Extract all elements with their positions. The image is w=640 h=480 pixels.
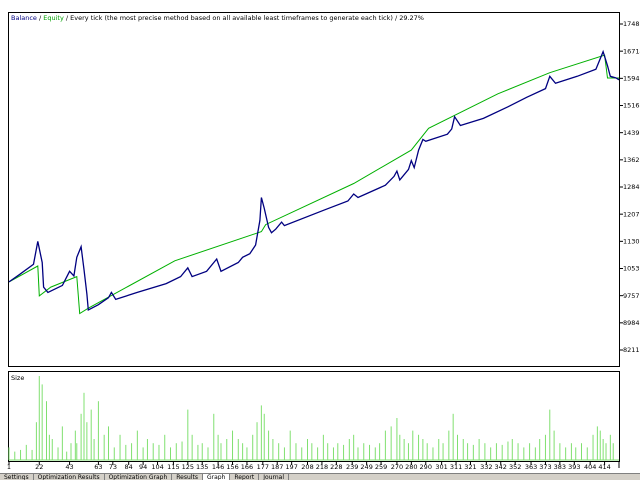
size-panel-label: Size bbox=[11, 374, 24, 382]
legend-description: / Every tick (the most precise method ba… bbox=[64, 14, 424, 22]
tab-journal[interactable]: Journal bbox=[259, 474, 290, 480]
y-tick-label: 15941 bbox=[623, 75, 640, 83]
x-tick-label: 301 bbox=[435, 463, 447, 471]
x-tick-label: 373 bbox=[539, 463, 551, 471]
y-tick-label: 12849 bbox=[623, 183, 640, 191]
x-axis: 1 22 43 63 73 84 94 104 115 125 135 146 156 166 177 187… bbox=[7, 461, 611, 471]
x-tick-label: 43 bbox=[65, 463, 73, 471]
y-tick-label: 9757 bbox=[623, 292, 640, 300]
x-tick-label: 404 bbox=[584, 463, 596, 471]
y-tick-label: 13622 bbox=[623, 156, 640, 164]
y-axis: 17487 16714 15941 15168 14395 13622 12849 12076… bbox=[619, 20, 640, 354]
x-tick-label: 94 bbox=[139, 463, 147, 471]
x-tick-label: 270 bbox=[391, 463, 403, 471]
x-tick-label: 259 bbox=[375, 463, 387, 471]
x-tick-label: 115 bbox=[167, 463, 179, 471]
x-tick-label: 280 bbox=[405, 463, 417, 471]
x-tick-label: 383 bbox=[554, 463, 566, 471]
x-tick-label: 63 bbox=[94, 463, 102, 471]
x-tick-label: 135 bbox=[196, 463, 208, 471]
y-tick-label: 17487 bbox=[623, 20, 640, 28]
y-tick-label: 15168 bbox=[623, 102, 640, 110]
x-tick-label: 197 bbox=[285, 463, 297, 471]
x-tick-label: 239 bbox=[346, 463, 358, 471]
tab-optimization-graph[interactable]: Optimization Graph bbox=[105, 474, 173, 480]
tester-tabs: Settings Optimization Results Optimization… bbox=[0, 473, 640, 480]
tab-settings[interactable]: Settings bbox=[0, 474, 34, 480]
x-tick-label: 290 bbox=[420, 463, 432, 471]
tab-report[interactable]: Report bbox=[230, 474, 260, 480]
x-tick-label: 73 bbox=[109, 463, 117, 471]
x-tick-label: 208 bbox=[301, 463, 313, 471]
y-tick-label: 14395 bbox=[623, 129, 640, 137]
chart-svg: Balance / Equity / Every tick (the most … bbox=[7, 12, 640, 471]
x-tick-label: 84 bbox=[125, 463, 133, 471]
x-tick-label: 332 bbox=[480, 463, 492, 471]
y-tick-label: 16714 bbox=[623, 47, 640, 55]
x-tick-label: 321 bbox=[464, 463, 476, 471]
x-tick-label: 22 bbox=[35, 463, 43, 471]
tab-results[interactable]: Results bbox=[172, 474, 203, 480]
x-tick-label: 393 bbox=[568, 463, 580, 471]
y-tick-label: 11303 bbox=[623, 238, 640, 246]
tab-optimization-results[interactable]: Optimization Results bbox=[34, 474, 105, 480]
x-tick-label: 249 bbox=[360, 463, 372, 471]
y-tick-label: 8211 bbox=[623, 346, 640, 354]
tester-graph-window: Balance / Equity / Every tick (the most … bbox=[0, 0, 640, 480]
main-plot-frame bbox=[8, 12, 620, 367]
x-tick-label: 156 bbox=[226, 463, 238, 471]
x-tick-label: 177 bbox=[257, 463, 269, 471]
chart-header: Balance / Equity / Every tick (the most … bbox=[11, 14, 424, 22]
y-tick-label: 10530 bbox=[623, 265, 640, 273]
size-plot-frame bbox=[8, 371, 620, 462]
x-tick-label: 311 bbox=[450, 463, 462, 471]
x-tick-label: 146 bbox=[212, 463, 224, 471]
x-tick-label: 125 bbox=[182, 463, 194, 471]
x-tick-label: 1 bbox=[7, 463, 11, 471]
x-tick-label: 166 bbox=[241, 463, 253, 471]
x-tick-label: 104 bbox=[151, 463, 163, 471]
x-tick-label: 352 bbox=[509, 463, 521, 471]
x-tick-label: 363 bbox=[525, 463, 537, 471]
x-tick-label: 414 bbox=[598, 463, 610, 471]
y-tick-label: 8984 bbox=[623, 319, 640, 327]
y-tick-label: 12076 bbox=[623, 210, 640, 218]
x-tick-label: 228 bbox=[330, 463, 342, 471]
tab-graph[interactable]: Graph bbox=[202, 474, 231, 480]
legend-balance: Balance bbox=[11, 14, 37, 22]
legend-equity: Equity bbox=[43, 14, 64, 22]
x-tick-label: 218 bbox=[316, 463, 328, 471]
x-tick-label: 187 bbox=[271, 463, 283, 471]
x-tick-label: 342 bbox=[495, 463, 507, 471]
